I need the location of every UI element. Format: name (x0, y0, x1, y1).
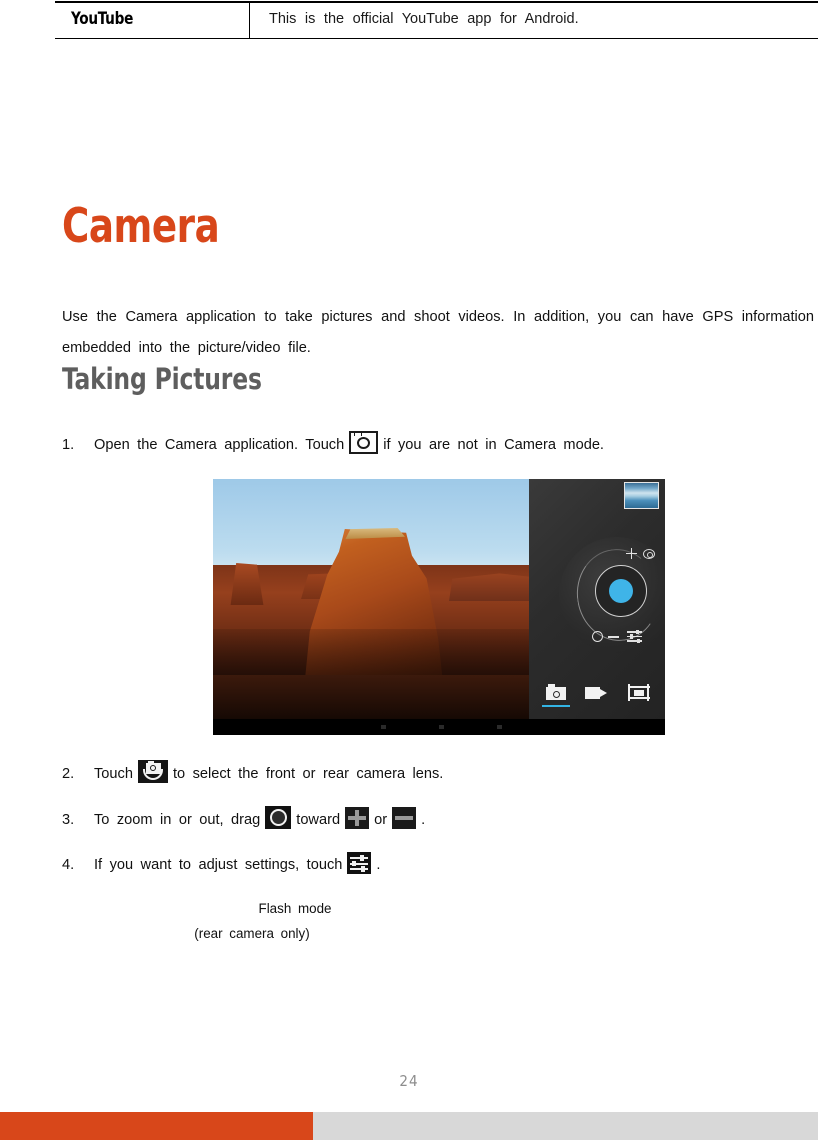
step-number-2: 2. (62, 766, 75, 782)
chapter-intro-paragraph: Use the Camera application to take pictu… (62, 308, 814, 356)
settings-sliders-icon (347, 852, 372, 874)
slider-knob-1 (636, 629, 639, 634)
camera-viewfinder-bump (354, 432, 363, 436)
step-number-4: 4. (62, 857, 75, 873)
foreground-dark (213, 675, 529, 719)
photo-mode-viewfinder (548, 684, 555, 688)
callout-flash-mode: Flash mode (258, 901, 332, 916)
step-text-4b: . (376, 857, 381, 873)
step-text-3c: or (374, 812, 388, 828)
settings-line-1 (350, 857, 369, 860)
capture-mode-bar (529, 675, 665, 719)
chapter-title: Camera (62, 199, 220, 254)
step-item-3: 3. To zoom in or out, drag toward or. (62, 806, 814, 833)
panorama-right-bar (646, 684, 649, 701)
switch-camera-icon[interactable] (643, 549, 655, 559)
step-text-2b: to select the front or rear camera lens. (172, 766, 444, 782)
slider-line-1 (627, 631, 642, 633)
switch-camera-viewfinder (147, 761, 154, 764)
footer-secondary-block (313, 1112, 818, 1140)
active-mode-underline (542, 705, 570, 708)
document-page: YouTube This is the official YouTube app… (0, 0, 818, 1140)
android-navigation-bar (213, 719, 665, 735)
panorama-inner (634, 689, 644, 696)
running-header-table: YouTube This is the official YouTube app… (55, 1, 818, 39)
header-app-description-cell: This is the official YouTube app for And… (249, 1, 818, 39)
step-number-1: 1. (62, 437, 75, 453)
zoom-handle-icon[interactable] (592, 631, 603, 642)
photo-mode-icon[interactable] (544, 683, 568, 701)
step-item-2: 2. Touch to select the front or rear camer… (62, 760, 814, 787)
shutter-button[interactable] (609, 579, 633, 603)
footer-bar (0, 1112, 818, 1140)
slider-knob-2 (630, 634, 633, 639)
step-text-3a: To zoom in or out, drag (94, 812, 261, 828)
step-text-1b: if you are not in Camera mode. (383, 437, 604, 453)
camera-lens-ring (357, 436, 371, 449)
settings-knob-2 (352, 860, 357, 867)
step-item-1: 1. Open the Camera application. Touch if y… (62, 431, 814, 458)
header-app-description: This is the official YouTube app for And… (269, 11, 579, 27)
step-text-1a: Open the Camera application. Touch (94, 437, 345, 453)
viewfinder-preview (213, 479, 529, 719)
zoom-handle-icon (265, 806, 292, 829)
photo-mode-lens (552, 690, 560, 698)
zoom-in-plus-icon[interactable] (626, 548, 637, 559)
zoom-out-minus-icon[interactable] (608, 636, 619, 638)
video-mode-body (585, 687, 600, 699)
switch-camera-arrow (142, 769, 163, 780)
minus-bar (395, 816, 414, 820)
slider-knob-3 (637, 638, 640, 643)
step-item-4: 4. If you want to adjust settings, touch. (62, 852, 814, 878)
step-number-3: 3. (62, 812, 75, 828)
step-text-4a: If you want to adjust settings, touch (94, 857, 343, 873)
settings-knob-3 (361, 866, 366, 872)
nav-back-icon[interactable] (381, 725, 386, 729)
last-photo-thumbnail[interactable] (624, 482, 659, 509)
footer-accent-block (0, 1112, 313, 1140)
header-row: YouTube This is the official YouTube app… (55, 1, 818, 39)
zoom-handle-ring (269, 809, 287, 826)
camera-app-screenshot (213, 479, 665, 735)
camera-mode-icon (349, 431, 379, 454)
nav-home-icon[interactable] (439, 725, 444, 729)
page-number: 24 (399, 1072, 419, 1090)
zoom-in-plus-icon (345, 807, 370, 829)
settings-line-3 (350, 868, 369, 871)
settings-knob-1 (360, 855, 365, 861)
step-text-2a: Touch (94, 766, 133, 782)
section-heading: Taking Pictures (62, 362, 262, 396)
video-mode-lens (600, 688, 607, 697)
plus-vertical-bar (355, 810, 360, 826)
panorama-mode-icon[interactable] (627, 683, 651, 701)
step-text-3b: toward (296, 812, 341, 828)
settings-sliders-icon[interactable] (627, 629, 642, 643)
step-text-3d: . (421, 812, 426, 828)
header-app-name-cell: YouTube (55, 1, 250, 39)
video-mode-icon[interactable] (585, 683, 609, 701)
header-app-name: YouTube (71, 9, 134, 28)
nav-recents-icon[interactable] (497, 725, 502, 729)
switch-camera-icon (137, 760, 168, 783)
panorama-left-bar (628, 684, 631, 701)
zoom-out-minus-icon (392, 807, 417, 829)
callout-flash-mode-note: (rear camera only) (194, 926, 310, 941)
